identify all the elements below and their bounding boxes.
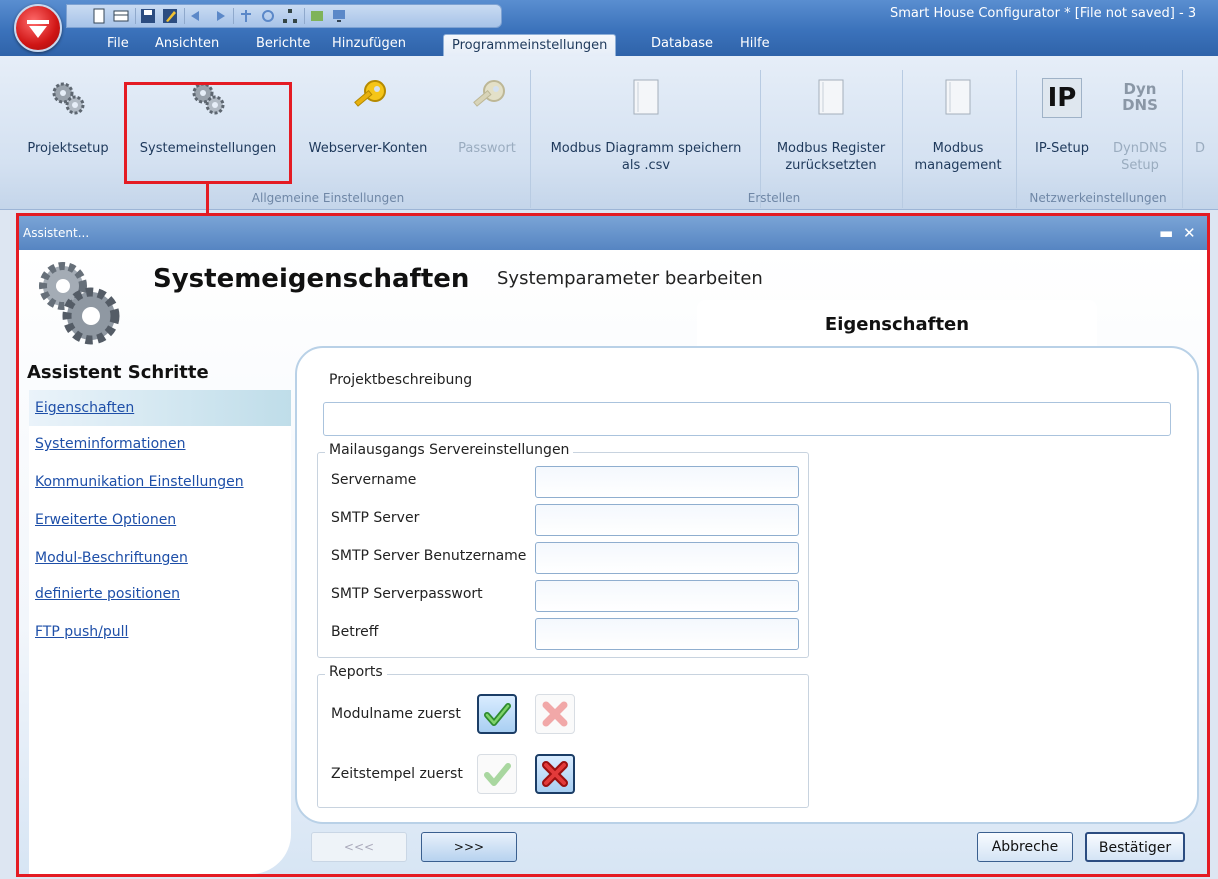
title-bar: Smart House Configurator * [File not sav… (0, 0, 1218, 58)
webserver-konten-button[interactable]: Webserver-Konten (296, 64, 440, 184)
menu-file[interactable]: File (103, 32, 133, 56)
edit-icon[interactable] (162, 8, 180, 24)
modbus-csv-button[interactable]: Modbus Diagramm speichern als .csv (538, 64, 754, 184)
quick-access-toolbar (66, 4, 502, 28)
passwort-button[interactable]: Passwort (452, 64, 522, 184)
save-icon[interactable] (140, 8, 158, 24)
import-icon[interactable] (189, 8, 207, 24)
menu-hinzufuegen[interactable]: Hinzufügen (328, 32, 410, 56)
document-icon (818, 79, 844, 115)
monitor-icon[interactable] (331, 8, 349, 24)
menu-programmeinstellungen[interactable]: Programmeinstellungen (443, 34, 617, 58)
dyndns-setup-button[interactable]: Dyn DNS DynDNS Setup (1108, 64, 1172, 184)
document-icon (945, 79, 971, 115)
window-title: Smart House Configurator * [File not sav… (890, 6, 1197, 21)
network-icon[interactable] (282, 8, 300, 24)
module-icon[interactable] (309, 8, 327, 24)
modbus-management-button[interactable]: Modbus management (906, 64, 1010, 184)
group-erstellen: Erstellen (747, 191, 801, 205)
group-allgemeine-einstellungen: Allgemeine Einstellungen (251, 191, 405, 205)
key-icon (473, 80, 505, 107)
export-icon[interactable] (211, 8, 229, 24)
ip-setup-button[interactable]: IP IP-Setup (1022, 64, 1102, 184)
modbus-register-reset-button[interactable]: Modbus Register zurücksetzten (766, 64, 896, 184)
new-file-icon[interactable] (91, 8, 109, 24)
menu-hilfe[interactable]: Hilfe (736, 32, 774, 56)
dyndns-icon: Dyn DNS (1122, 80, 1158, 114)
ip-icon: IP (1042, 78, 1082, 118)
highlight-systemeinstellungen (124, 82, 292, 184)
menu-berichte[interactable]: Berichte (252, 32, 314, 56)
open-icon[interactable] (113, 8, 131, 24)
menu-bar: File Ansichten Berichte Hinzufügen Progr… (0, 32, 1218, 58)
document-icon (633, 79, 659, 115)
wireless-icon[interactable] (260, 8, 278, 24)
menu-ansichten[interactable]: Ansichten (151, 32, 223, 56)
group-netzwerkeinstellungen: Netzwerkeinstellungen (1029, 191, 1167, 205)
gears-icon (52, 82, 85, 115)
key-icon (354, 80, 386, 107)
projektsetup-button[interactable]: Projektsetup (18, 64, 118, 184)
antenna-icon[interactable] (238, 8, 256, 24)
ribbon-cut-button[interactable]: D (1190, 64, 1210, 184)
highlight-connector (206, 184, 209, 214)
menu-database[interactable]: Database (647, 32, 717, 56)
highlight-dialog-frame (16, 213, 1210, 877)
